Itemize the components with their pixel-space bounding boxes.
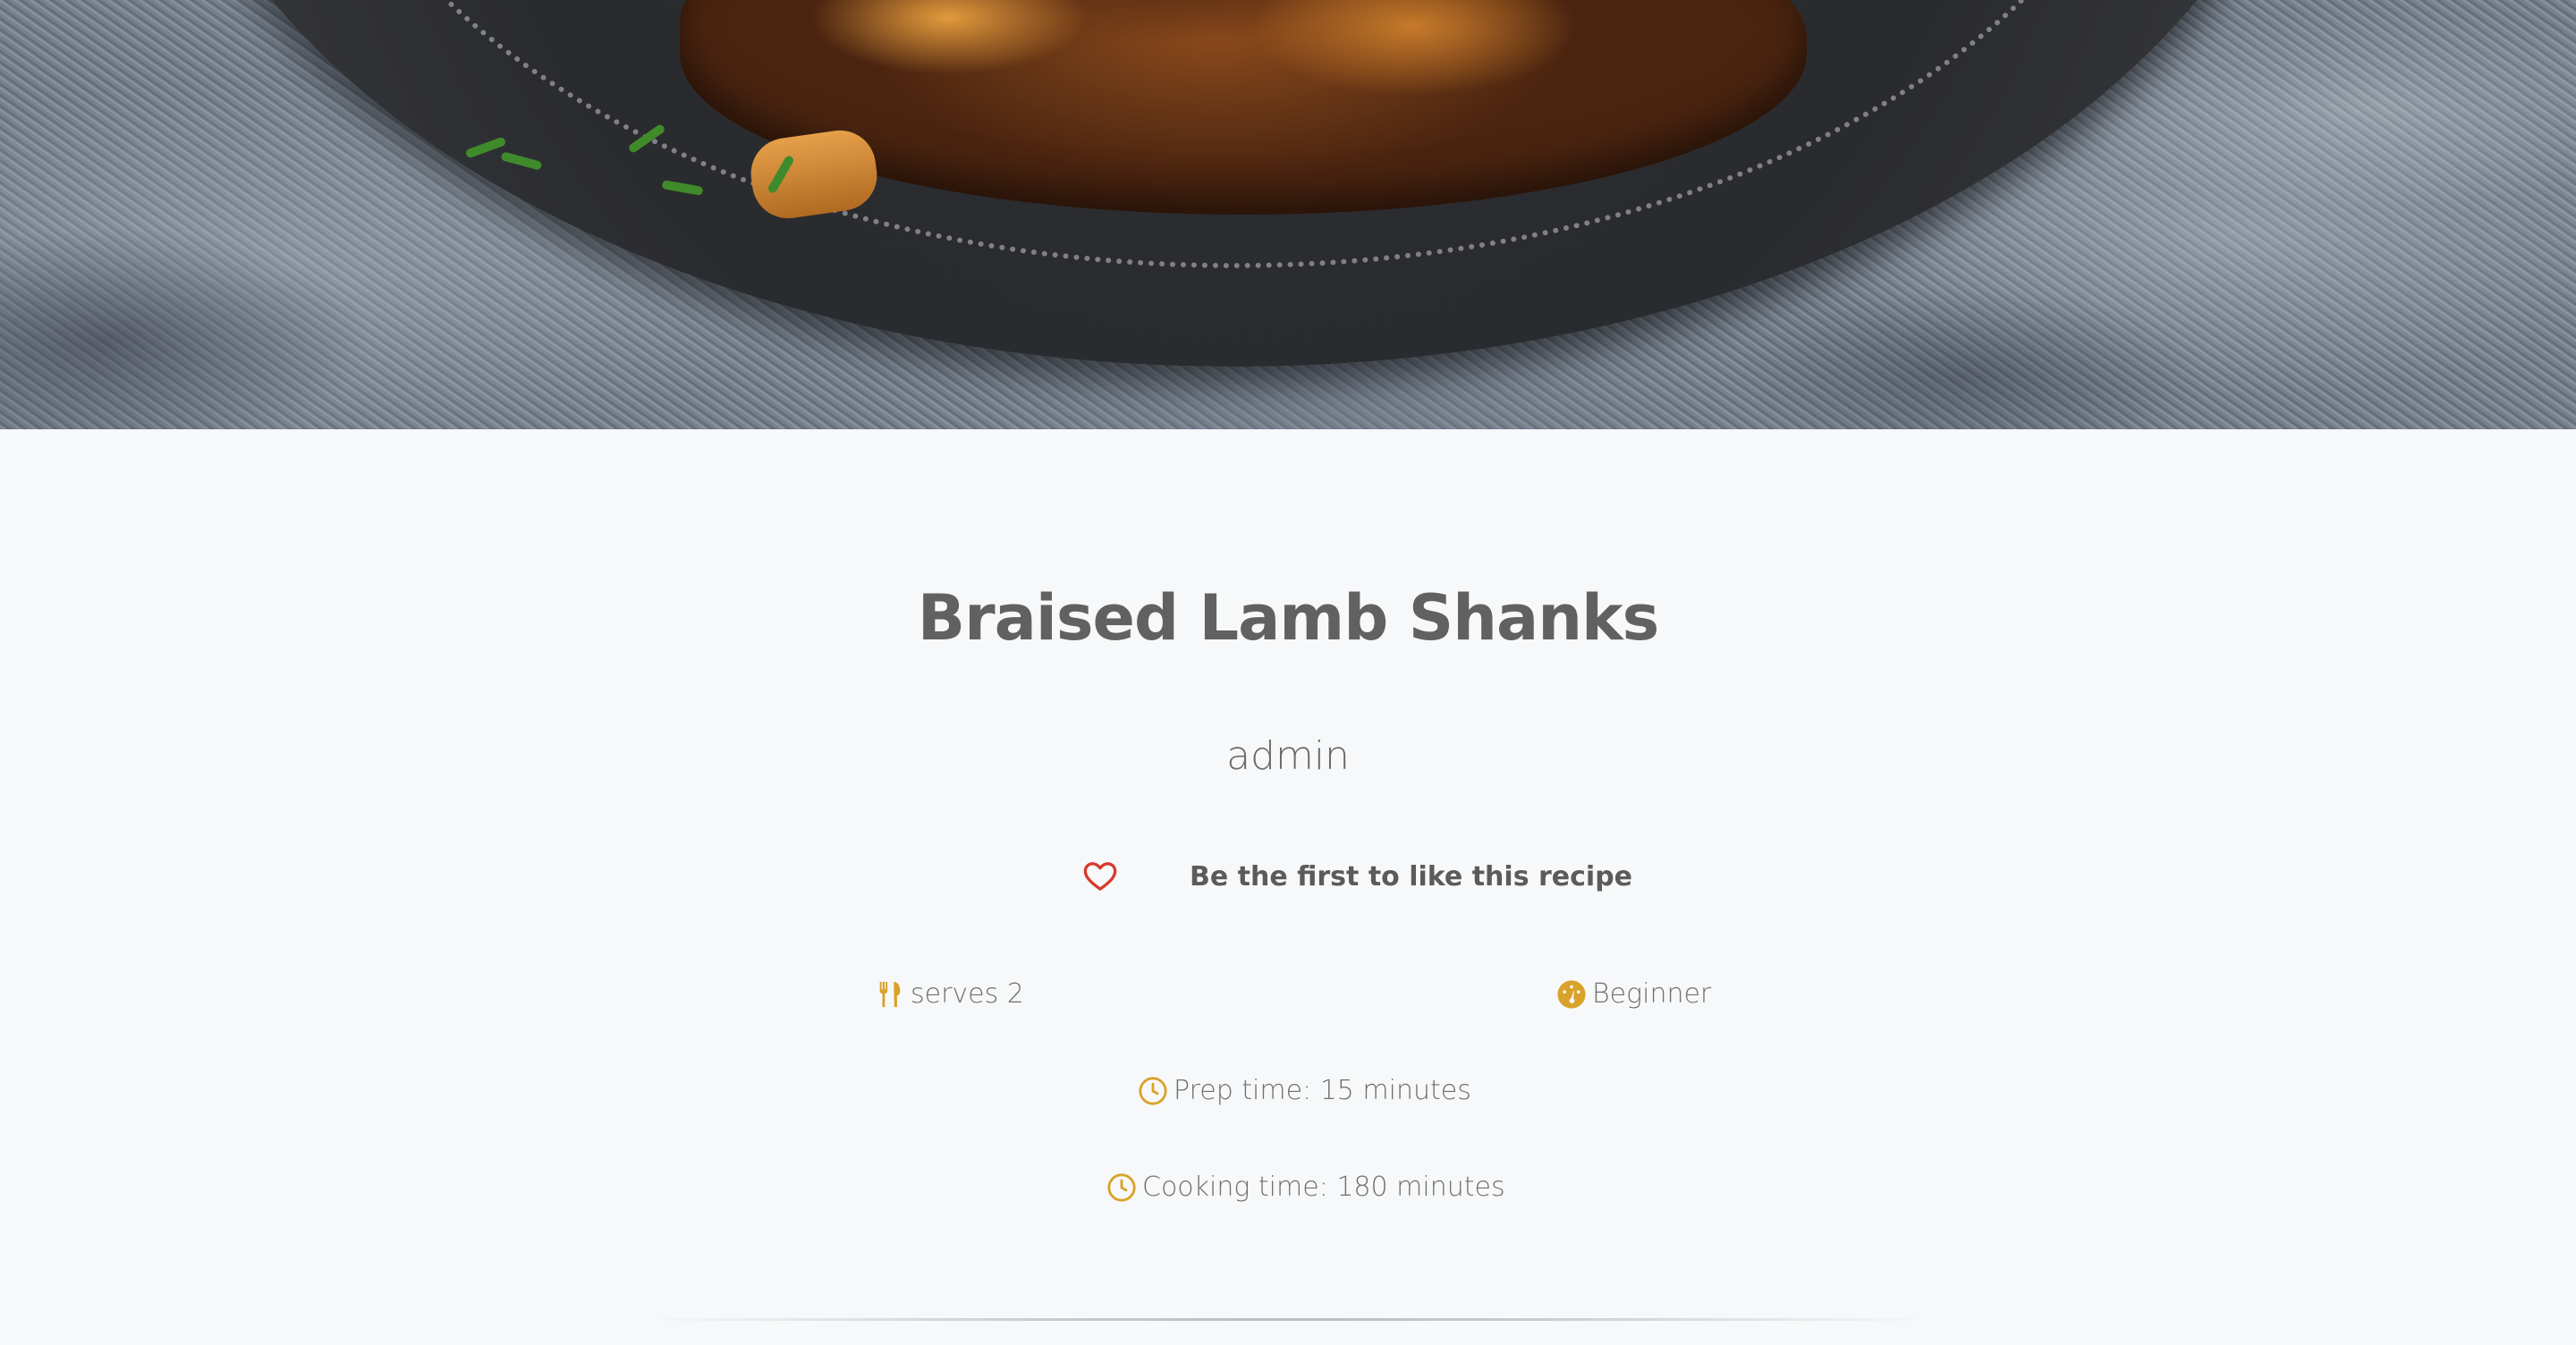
fork-knife-icon <box>875 979 905 1010</box>
section-divider <box>644 1318 1932 1321</box>
prep-time-text: Prep time: 15 minutes <box>1174 1075 1471 1106</box>
recipe-title: Braised Lamb Shanks <box>917 581 1660 655</box>
cooking-time-text: Cooking time: 180 minutes <box>1142 1172 1505 1203</box>
heart-icon[interactable] <box>1082 859 1118 894</box>
clock-icon <box>1106 1172 1137 1203</box>
hero-image <box>0 0 2576 429</box>
like-prompt: Be the first to like this recipe <box>1190 860 1633 892</box>
like-row: Be the first to like this recipe <box>1082 850 1632 903</box>
recipe-author[interactable]: admin <box>0 733 2576 779</box>
servings: serves 2 <box>875 978 1024 1010</box>
prep-time: Prep time: 15 minutes <box>1138 1075 1471 1106</box>
difficulty-level: Beginner <box>1556 978 1711 1010</box>
difficulty-text: Beginner <box>1592 978 1712 1010</box>
cooking-time: Cooking time: 180 minutes <box>1106 1172 1505 1203</box>
recipe-header: Braised Lamb Shanks admin Be the first t… <box>0 429 2576 1345</box>
recipe-page: Braised Lamb Shanks admin Be the first t… <box>0 0 2576 1345</box>
gauge-icon <box>1556 979 1587 1010</box>
servings-text: serves 2 <box>911 978 1024 1010</box>
clock-icon <box>1138 1076 1168 1106</box>
